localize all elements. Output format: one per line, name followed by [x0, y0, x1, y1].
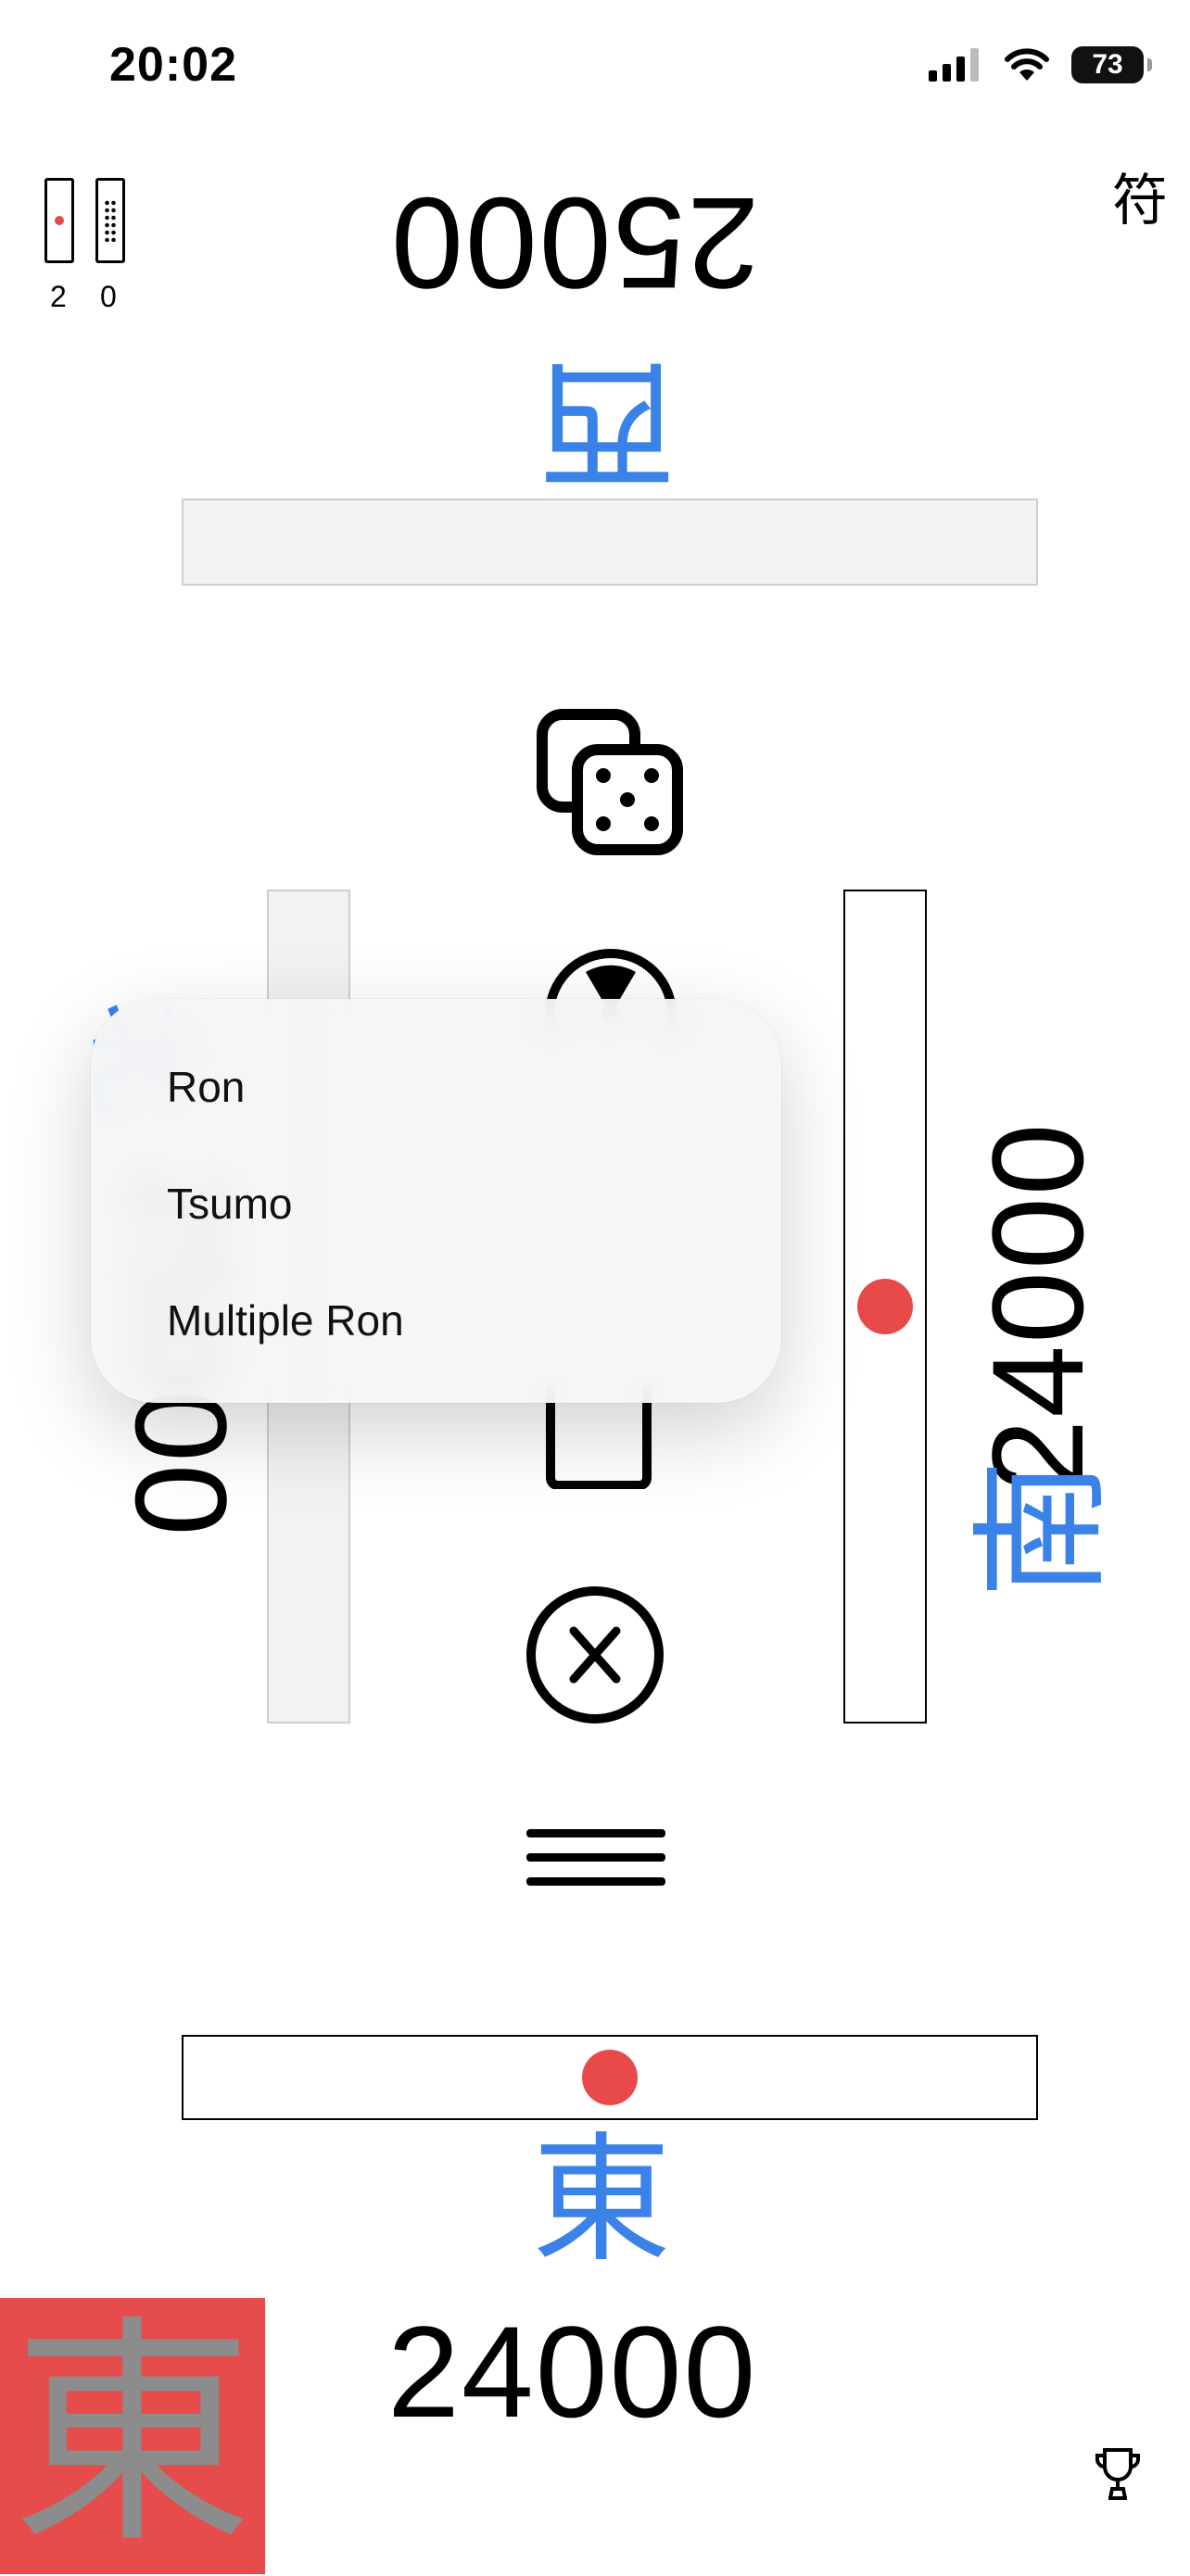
riichi-stick-count: 2	[50, 280, 67, 313]
win-type-menu: Ron Tsumo Multiple Ron	[91, 999, 781, 1403]
honba-stick-dots	[104, 199, 117, 242]
top-player-score[interactable]: 25000	[389, 170, 759, 316]
wifi-icon	[1005, 48, 1049, 81]
menu-item-ron[interactable]: Ron	[167, 1062, 245, 1112]
menu-button[interactable]	[525, 1816, 667, 1900]
top-player-riichi-bar[interactable]	[182, 499, 1038, 586]
dice-button[interactable]	[532, 704, 690, 862]
bottom-player-riichi-bar[interactable]	[182, 2035, 1038, 2120]
bottom-player-score[interactable]: 24000	[387, 2307, 757, 2437]
riichi-stick-icon	[44, 178, 74, 263]
bottom-player-riichi-dot	[582, 2050, 638, 2105]
menu-item-tsumo[interactable]: Tsumo	[167, 1179, 292, 1229]
trophy-button[interactable]	[1094, 2446, 1142, 2502]
honba-stick-icon	[95, 178, 125, 263]
right-player-riichi-bar[interactable]	[843, 890, 927, 1724]
dealer-badge: 東	[0, 2298, 265, 2574]
cellular-signal-icon	[929, 48, 979, 82]
top-player-wind: 西	[538, 341, 677, 502]
battery-icon: 73	[1071, 46, 1152, 83]
right-player-wind: 南	[962, 1458, 1124, 1599]
riichi-stick-dot	[55, 216, 64, 225]
status-time: 20:02	[109, 38, 237, 92]
cancel-button[interactable]	[525, 1585, 665, 1725]
right-player-riichi-dot	[857, 1279, 913, 1334]
bottom-player-wind: 東	[532, 2120, 672, 2281]
close-circle-icon	[526, 1586, 664, 1724]
fu-button[interactable]: 符	[1112, 156, 1190, 236]
battery-level: 73	[1092, 49, 1123, 80]
menu-item-multiple-ron[interactable]: Multiple Ron	[167, 1295, 404, 1345]
honba-stick-count: 0	[100, 280, 117, 313]
status-icons: 73	[929, 46, 1152, 83]
trophy-icon	[1095, 2448, 1140, 2500]
hamburger-menu-icon	[526, 1829, 665, 1886]
dice-icon	[537, 709, 683, 855]
